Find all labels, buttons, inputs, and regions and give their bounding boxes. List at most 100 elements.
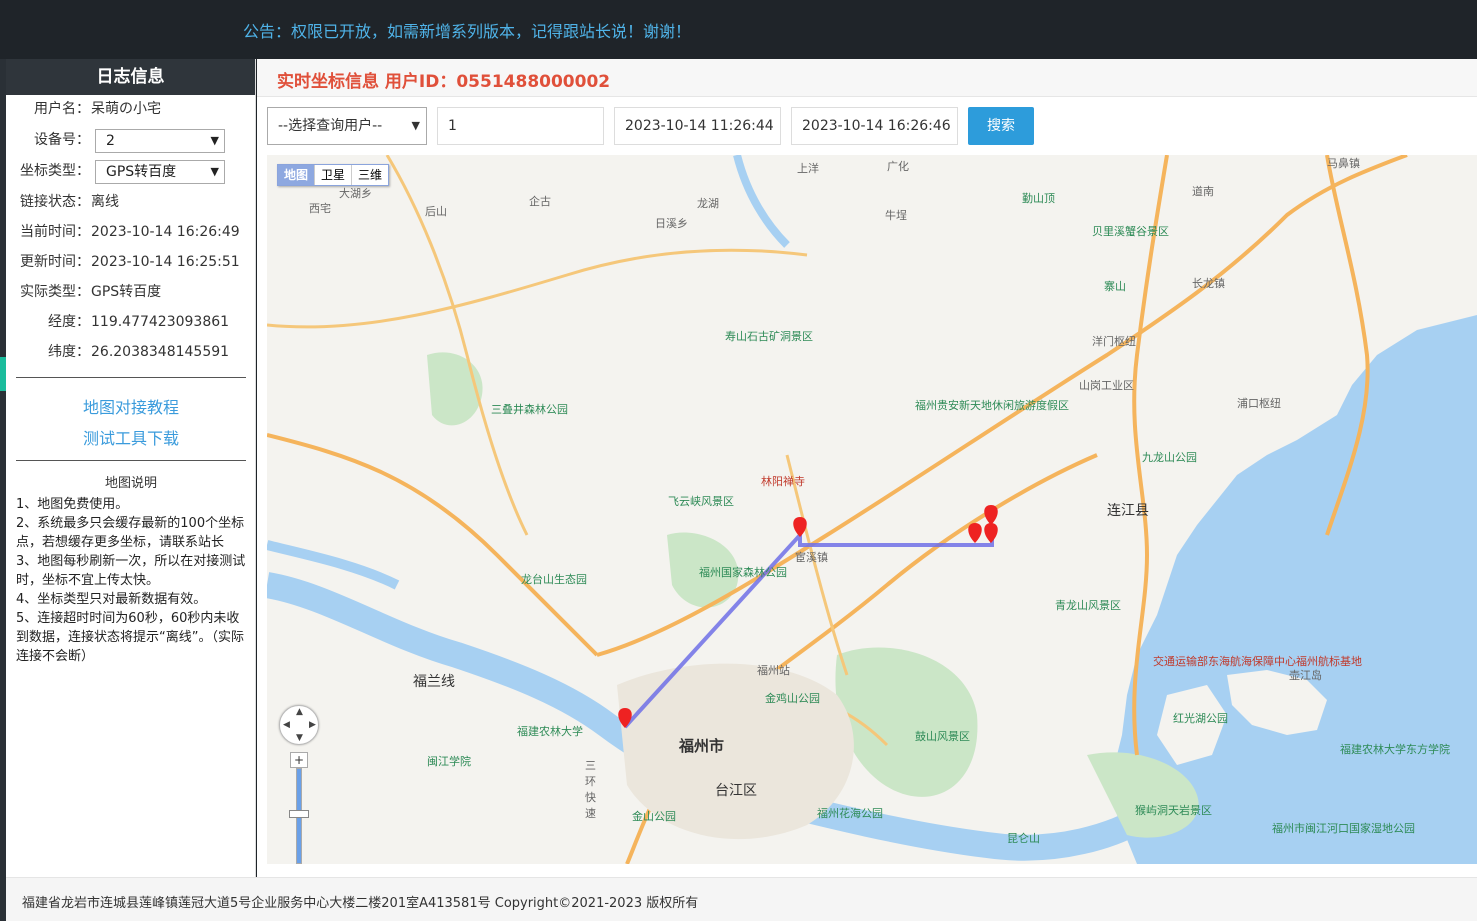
coord-type-label: 坐标类型： — [20, 163, 90, 179]
map-label: 连江县 — [1107, 503, 1149, 519]
map-label: 洋门枢纽 — [1092, 335, 1136, 348]
username-row: 用户名： 呆萌の小宅 — [6, 97, 256, 121]
map-type-satellite-button[interactable]: 卫星 — [315, 165, 353, 185]
map-label: 大湖乡 — [339, 187, 372, 200]
update-time-value: 2023-10-14 16:25:51 — [91, 254, 240, 270]
device-select[interactable]: 2 ▼ — [95, 129, 225, 153]
map-label: 台江区 — [715, 783, 757, 799]
map-type-3d-button[interactable]: 三维 — [352, 165, 388, 185]
map-label: 福州市闽江河口国家湿地公园 — [1272, 822, 1415, 835]
map-label: 红光湖公园 — [1173, 712, 1228, 725]
road — [267, 248, 808, 329]
divider — [16, 460, 246, 461]
main-header: 实时坐标信息 用户ID：0551488000002 — [257, 59, 1477, 97]
notice-text: 公告：权限已开放，如需新增系列版本，记得跟站长说！谢谢！ — [243, 22, 692, 41]
map-label: 飞云峡风景区 — [668, 495, 734, 508]
map-type-normal-button[interactable]: 地图 — [278, 165, 316, 185]
green-area — [835, 647, 978, 797]
divider — [16, 377, 246, 378]
main-panel: 实时坐标信息 用户ID：0551488000002 --选择查询用户-- ▼ 1… — [257, 59, 1477, 877]
actual-type-value: GPS转百度 — [91, 284, 162, 300]
search-button[interactable]: 搜索 — [968, 107, 1034, 145]
pan-up-icon: ▲ — [296, 707, 303, 717]
map-desc-item: 1、地图免费使用。 — [16, 497, 129, 512]
link-status-row: 链接状态： 离线 — [6, 190, 256, 214]
device-label: 设备号： — [34, 132, 90, 148]
user-select-value: --选择查询用户-- — [278, 118, 383, 134]
username-value: 呆萌の小宅 — [91, 101, 161, 117]
map-label: 寨山 — [1104, 280, 1126, 293]
pan-down-icon: ▼ — [296, 733, 303, 743]
map-label: 三环快速 — [585, 759, 596, 820]
expressway — [267, 433, 599, 657]
map-view[interactable]: 地图 卫星 三维 福州市 连江县 台江区 上洋 广化 大湖乡 西宅 后山 企古 … — [267, 155, 1477, 864]
update-time-label: 更新时间： — [20, 254, 90, 270]
location-marker — [984, 523, 998, 543]
location-marker — [968, 523, 982, 543]
coord-type-select[interactable]: GPS转百度 ▼ — [95, 160, 225, 184]
map-label: 青龙山风景区 — [1055, 599, 1121, 612]
longitude-value: 119.477423093861 — [91, 314, 230, 330]
location-marker — [984, 505, 998, 525]
map-label: 三叠井森林公园 — [491, 403, 568, 416]
user-select[interactable]: --选择查询用户-- ▼ — [267, 107, 427, 145]
map-label: 后山 — [425, 205, 447, 218]
map-desc-item: 2、系统最多只会缓存最新的100个坐标点，若想缓存更多坐标，请联系站长 — [16, 516, 245, 550]
map-label: 道南 — [1192, 185, 1214, 198]
latitude-row: 纬度： 26.2038348145591 — [6, 340, 256, 364]
chevron-down-icon: ▼ — [210, 165, 219, 178]
end-time-input[interactable]: 2023-10-14 16:26:46 — [791, 107, 958, 145]
current-time-value: 2023-10-14 16:26:49 — [91, 224, 240, 240]
map-label: 龙湖 — [697, 197, 719, 210]
current-time-label: 当前时间： — [20, 224, 90, 240]
link-status-value: 离线 — [91, 194, 119, 210]
map-desc: 1、地图免费使用。 2、系统最多只会缓存最新的100个坐标点，若想缓存更多坐标，… — [16, 495, 250, 666]
zoom-slider-handle[interactable] — [289, 810, 309, 818]
map-type-switcher: 地图 卫星 三维 — [277, 164, 390, 186]
map-tutorial-link[interactable]: 地图对接教程 — [6, 394, 256, 418]
map-label: 贝里溪蟹谷景区 — [1092, 225, 1169, 238]
footer: 福建省龙岩市连城县莲峰镇莲冠大道5号企业服务中心大楼二楼201室A413581号… — [6, 877, 1477, 921]
map-label: 企古 — [529, 195, 551, 208]
road — [385, 155, 529, 536]
zoom-in-button[interactable]: + — [290, 752, 308, 768]
map-label: 交通运输部东海航海保障中心福州航标基地 — [1153, 655, 1362, 668]
longitude-label: 经度： — [48, 314, 90, 330]
map-label: 牛埕 — [885, 209, 907, 222]
map-pan-control[interactable]: ▲ ▼ ◀ ▶ — [279, 705, 319, 745]
map-label: 闽江学院 — [427, 755, 471, 768]
map-label: 日溪乡 — [655, 217, 688, 230]
sidebar: 日志信息 用户名： 呆萌の小宅 设备号： 2 ▼ 坐标类型： GPS转百度 ▼ … — [6, 59, 256, 877]
map-label: 福州站 — [757, 664, 790, 677]
map-label: 马鼻镇 — [1327, 157, 1360, 170]
map-label: 西宅 — [309, 202, 331, 215]
map-label: 龙台山生态园 — [521, 573, 587, 586]
device-select-value: 2 — [106, 133, 115, 149]
actual-type-label: 实际类型： — [20, 284, 90, 300]
map-label: 福建农林大学 — [517, 725, 583, 738]
chevron-down-icon: ▼ — [411, 119, 420, 132]
map-label: 福州国家森林公园 — [699, 566, 787, 579]
map-label: 金鸡山公园 — [765, 692, 820, 705]
map-label: 福州贵安新天地休闲旅游度假区 — [915, 399, 1069, 412]
username-label: 用户名： — [34, 101, 90, 117]
actual-type-row: 实际类型： GPS转百度 — [6, 280, 256, 304]
green-area — [427, 352, 483, 426]
map-desc-title: 地图说明 — [104, 476, 157, 491]
pan-left-icon: ◀ — [283, 720, 290, 730]
map-label: 金山公园 — [632, 810, 676, 823]
update-time-row: 更新时间： 2023-10-14 16:25:51 — [6, 250, 256, 274]
map-label: 山岗工业区 — [1079, 379, 1134, 392]
map-label: 鼓山风景区 — [915, 730, 970, 743]
query-input[interactable]: 1 — [437, 107, 604, 145]
map-label: 宦溪镇 — [795, 551, 828, 564]
longitude-row: 经度： 119.477423093861 — [6, 310, 256, 334]
test-tool-download-link[interactable]: 测试工具下载 — [6, 425, 256, 449]
main-title: 实时坐标信息 用户ID：0551488000002 — [277, 72, 611, 92]
map-label: 广化 — [887, 160, 909, 173]
start-time-input[interactable]: 2023-10-14 11:26:44 — [614, 107, 781, 145]
sidebar-title: 日志信息 — [6, 59, 255, 95]
map-label: 勤山顶 — [1022, 192, 1055, 205]
map-desc-item: 5、连接超时时间为60秒，60秒内未收到数据，连接状态将提示“离线”。（实际连接… — [16, 611, 244, 664]
map-label: 九龙山公园 — [1142, 451, 1197, 464]
